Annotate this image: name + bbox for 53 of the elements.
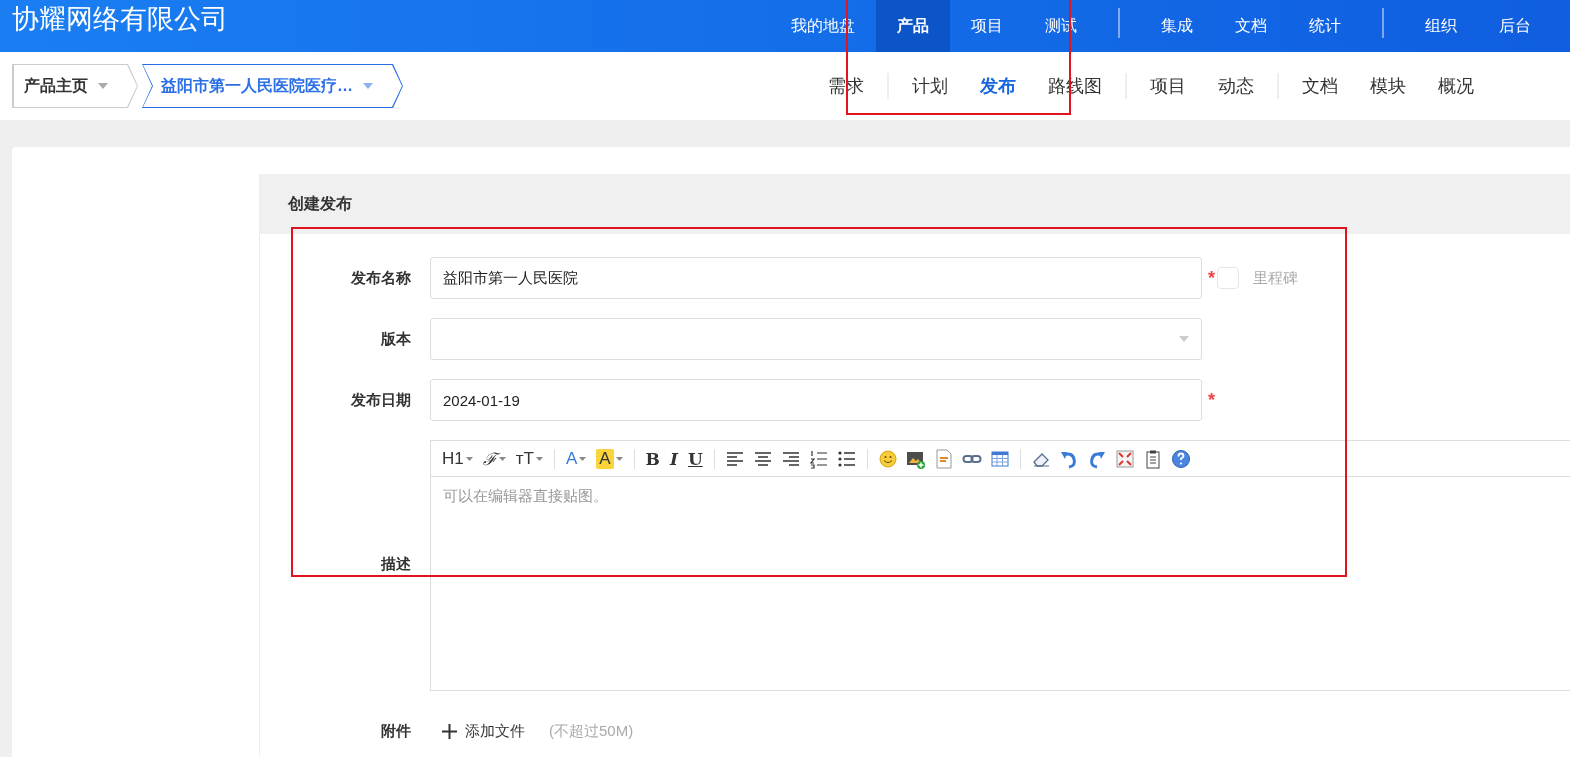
add-file-link[interactable]: 添加文件 <box>442 721 525 741</box>
help-icon[interactable] <box>1170 448 1191 469</box>
format-button[interactable]: I <box>668 448 679 469</box>
checkbox-icon[interactable] <box>1217 267 1239 289</box>
nav-tab[interactable]: 统计 <box>1288 0 1362 52</box>
caret-icon <box>1179 336 1189 342</box>
caret-icon <box>363 83 373 89</box>
nav-tab[interactable]: 后台 <box>1478 0 1552 52</box>
form-header: 创建发布 <box>260 174 1570 234</box>
caret-icon <box>535 456 543 461</box>
editor-placeholder: 可以在编辑器直接贴图。 <box>442 486 609 506</box>
format-button[interactable]: ᴛT <box>514 448 544 469</box>
table-icon[interactable] <box>989 448 1010 469</box>
caret-icon <box>98 83 108 89</box>
format-button[interactable]: ℱ <box>481 447 507 470</box>
required-mark: * <box>1208 389 1215 412</box>
rich-text-editor[interactable]: H1 ℱ ᴛT A A B I U 可以在编辑器直接贴图。 <box>430 440 1570 691</box>
nav-tab[interactable]: 项目 <box>950 0 1024 52</box>
size-hint: (不超过50M) <box>549 721 634 741</box>
format-button[interactable]: A <box>564 448 588 469</box>
format-button[interactable]: U <box>686 448 704 469</box>
caret-icon <box>579 456 587 461</box>
field-label: 附件 <box>380 721 412 741</box>
caret-icon <box>615 456 623 461</box>
nav-tab[interactable]: 文档 <box>1214 0 1288 52</box>
company-logo: 协耀网络有限公司 <box>11 3 229 36</box>
plus-icon <box>442 723 457 739</box>
field-label: 版本 <box>380 329 412 349</box>
subnav-tab[interactable]: 项目 <box>1134 74 1202 98</box>
ordered-list-icon[interactable] <box>808 448 829 469</box>
format-button[interactable]: B <box>644 448 661 469</box>
text-field[interactable]: 益阳市第一人民医院 <box>430 257 1202 299</box>
field-label: 描述 <box>380 554 412 574</box>
subnav-tab[interactable]: 动态 <box>1202 74 1270 98</box>
subnav-tab[interactable]: 发布 <box>964 74 1032 98</box>
field-label: 发布名称 <box>350 268 412 288</box>
field-label: 发布日期 <box>350 390 412 410</box>
smiley-icon[interactable] <box>877 448 898 469</box>
fullscreen-icon[interactable] <box>1114 448 1135 469</box>
format-button[interactable]: H1 <box>441 448 474 469</box>
breadcrumb-dropdown[interactable]: 产品主页 <box>12 64 138 108</box>
caret-icon <box>465 456 473 461</box>
nav-tab[interactable]: 组织 <box>1404 0 1478 52</box>
subnav-tab[interactable]: 概况 <box>1422 74 1490 98</box>
required-mark: * <box>1208 267 1215 290</box>
nav-tab[interactable]: 产品 <box>876 0 950 52</box>
subnav-tab[interactable]: 文档 <box>1286 74 1354 98</box>
breadcrumb-dropdown[interactable]: 益阳市第一人民医院医疗… <box>142 64 403 108</box>
subnav-tab[interactable]: 计划 <box>896 74 964 98</box>
text-field[interactable]: 2024-01-19 <box>430 379 1202 421</box>
caret-icon <box>498 456 506 461</box>
nav-tab[interactable]: 集成 <box>1140 0 1214 52</box>
subnav-tab[interactable]: 模块 <box>1354 74 1422 98</box>
